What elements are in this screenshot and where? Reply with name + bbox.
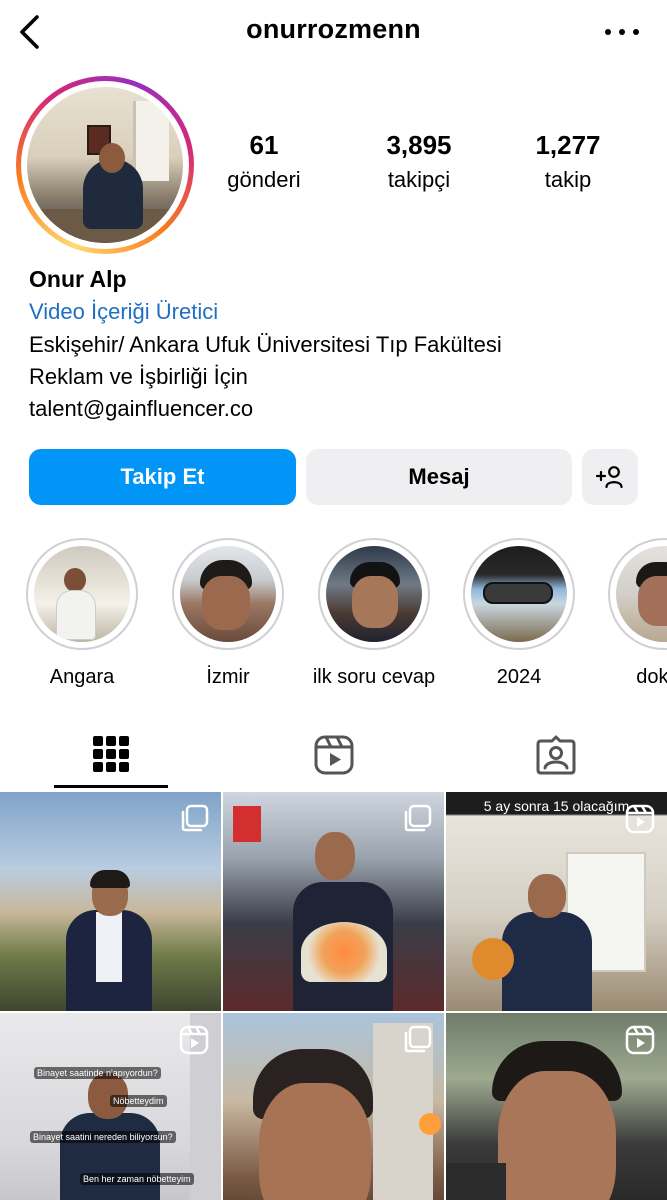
profile-avatar[interactable] xyxy=(16,76,194,254)
overlay-text: Binayet saatini nereden biliyorsun? xyxy=(30,1131,176,1143)
profile-username: onurrozmenn xyxy=(246,14,421,44)
follow-button[interactable]: Takip Et xyxy=(29,449,296,505)
bio-line: Eskişehir/ Ankara Ufuk Üniversitesi Tıp … xyxy=(29,332,502,357)
add-person-icon xyxy=(595,466,623,489)
story-highlights: Angara İzmir ilk soru cevap 2024 dok xyxy=(0,538,667,698)
more-options-button[interactable] xyxy=(605,22,639,42)
highlight-item[interactable]: 2024 xyxy=(459,538,579,689)
highlight-item[interactable]: ilk soru cevap xyxy=(305,538,443,689)
posts-count: 61 xyxy=(249,130,279,160)
post-tile[interactable] xyxy=(223,1013,444,1200)
profile-header: onurrozmenn xyxy=(0,0,667,64)
carousel-icon xyxy=(181,804,209,832)
following-label: takip xyxy=(544,167,592,192)
reels-icon xyxy=(179,1025,209,1055)
highlight-cover xyxy=(471,546,567,642)
posts-grid: 5 ay sonra 15 olacağım Binayet saatinde … xyxy=(0,792,667,1200)
profile-tabs xyxy=(0,722,667,790)
suggested-accounts-button[interactable] xyxy=(582,449,638,505)
posts-stat[interactable]: 61 gönderi xyxy=(214,130,314,193)
post-tile[interactable]: Binayet saatinde n'apıyordun? Nöbetteydi… xyxy=(0,1013,221,1200)
profile-bio: Onur Alp Video İçeriği Üretici Eskişehir… xyxy=(29,263,649,425)
highlight-cover xyxy=(616,546,667,642)
bio-email[interactable]: talent@gainfluencer.co xyxy=(29,393,649,425)
highlight-label: İzmir xyxy=(206,666,250,688)
profile-name: Onur Alp xyxy=(29,266,127,292)
highlight-label: doktor xyxy=(636,666,667,688)
following-count: 1,277 xyxy=(535,130,601,160)
carousel-icon xyxy=(404,804,432,832)
carousel-icon xyxy=(404,1025,432,1053)
bio-line: Reklam ve İşbirliği İçin xyxy=(29,364,248,389)
highlight-cover xyxy=(326,546,422,642)
reels-icon xyxy=(625,804,655,834)
profile-stats: 61 gönderi 3,895 takipçi 1,277 takip xyxy=(200,130,640,200)
post-tile[interactable] xyxy=(446,1013,667,1200)
tagged-icon xyxy=(536,735,576,775)
highlight-label: Angara xyxy=(49,666,115,688)
tab-tagged[interactable] xyxy=(499,722,613,788)
reels-icon xyxy=(314,735,354,775)
followers-label: takipçi xyxy=(387,167,451,192)
tab-reels[interactable] xyxy=(277,722,391,788)
following-stat[interactable]: 1,277 takip xyxy=(518,130,618,193)
avatar-photo xyxy=(27,87,183,243)
tab-posts-grid[interactable] xyxy=(54,722,168,788)
overlay-text: Binayet saatinde n'apıyordun? xyxy=(34,1067,161,1079)
posts-label: gönderi xyxy=(227,167,301,192)
followers-stat[interactable]: 3,895 takipçi xyxy=(364,130,474,193)
overlay-text: Ben her zaman nöbetteyim xyxy=(80,1173,194,1185)
message-button[interactable]: Mesaj xyxy=(306,449,572,505)
highlight-cover xyxy=(180,546,276,642)
highlight-item[interactable]: Angara xyxy=(22,538,142,689)
post-tile[interactable] xyxy=(0,792,221,1011)
highlight-item[interactable]: İzmir xyxy=(168,538,288,689)
highlight-label: ilk soru cevap xyxy=(312,666,436,688)
highlight-item[interactable]: doktor xyxy=(604,538,667,689)
overlay-text: Nöbetteydim xyxy=(110,1095,167,1107)
grid-icon xyxy=(93,735,129,772)
reels-icon xyxy=(625,1025,655,1055)
followers-count: 3,895 xyxy=(386,130,452,160)
post-tile[interactable]: 5 ay sonra 15 olacağım xyxy=(446,792,667,1011)
highlight-cover xyxy=(34,546,130,642)
profile-category[interactable]: Video İçeriği Üretici xyxy=(29,295,649,329)
post-tile[interactable] xyxy=(223,792,444,1011)
more-horizontal-icon xyxy=(605,29,611,35)
highlight-label: 2024 xyxy=(496,666,542,688)
